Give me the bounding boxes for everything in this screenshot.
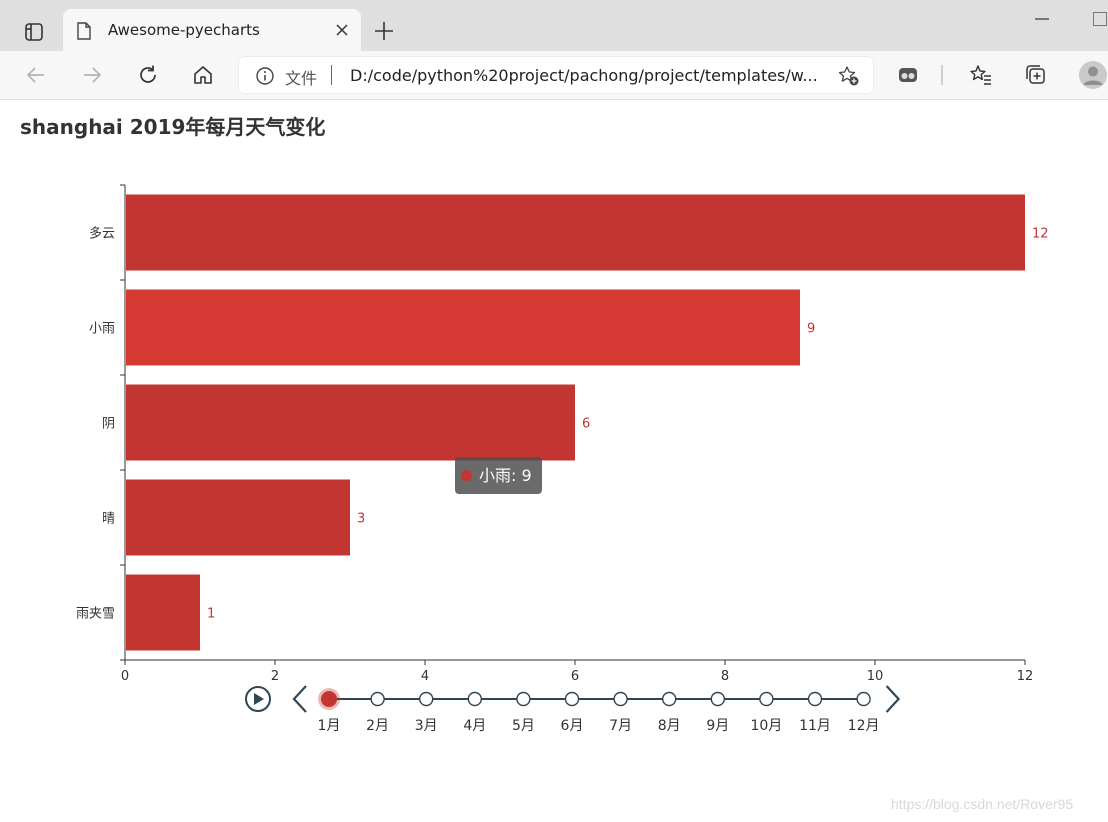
timeline-label[interactable]: 5月 xyxy=(512,718,535,734)
bar xyxy=(126,384,575,461)
timeline-label[interactable]: 10月 xyxy=(750,718,782,734)
browser-tab[interactable]: Awesome-pyecharts xyxy=(63,9,361,52)
y-category-label: 雨夹雪 xyxy=(76,607,115,622)
timeline-dot[interactable] xyxy=(710,691,725,707)
address-url[interactable]: D:/code/python%20project/pachong/project… xyxy=(350,66,818,85)
timeline-label[interactable]: 6月 xyxy=(561,718,584,734)
address-separator xyxy=(331,65,332,85)
document-icon xyxy=(77,22,91,44)
address-scheme: 文件 xyxy=(285,69,318,88)
bar xyxy=(126,194,1025,271)
y-category-label: 晴 xyxy=(102,512,115,527)
timeline-next-icon[interactable] xyxy=(885,685,901,713)
toolbar-divider xyxy=(941,65,943,85)
bar-value-label: 3 xyxy=(357,512,365,527)
browser-toolbar: 文件 D:/code/python%20project/pachong/proj… xyxy=(0,51,1108,100)
bar-value-label: 6 xyxy=(582,417,590,432)
x-tick-label: 8 xyxy=(721,669,729,684)
timeline-prev-icon[interactable] xyxy=(292,685,307,713)
x-tick-label: 0 xyxy=(121,669,129,684)
profile-avatar-icon[interactable] xyxy=(1078,60,1108,90)
x-tick-label: 6 xyxy=(571,669,579,684)
tab-actions-icon[interactable] xyxy=(14,14,54,50)
tooltip-text: 小雨: 9 xyxy=(479,466,532,485)
x-tick-label: 4 xyxy=(421,669,429,684)
timeline-dot[interactable] xyxy=(419,691,434,707)
timeline-dot[interactable] xyxy=(564,691,580,707)
timeline-label[interactable]: 3月 xyxy=(415,718,438,734)
timeline-label[interactable]: 2月 xyxy=(366,718,389,734)
watermark: https://blog.csdn.net/Rover95 xyxy=(891,796,1074,812)
close-tab-icon[interactable] xyxy=(333,21,351,39)
play-triangle-icon[interactable] xyxy=(254,693,264,705)
y-category-label: 多云 xyxy=(89,226,115,242)
timeline-label[interactable]: 1月 xyxy=(318,718,341,734)
bar-value-label: 1 xyxy=(207,607,215,622)
extension-icon[interactable] xyxy=(896,63,920,87)
x-tick-label: 12 xyxy=(1017,669,1034,684)
address-bar[interactable]: 文件 D:/code/python%20project/pachong/proj… xyxy=(238,56,874,94)
bar-value-label: 12 xyxy=(1032,227,1049,242)
timeline-dot[interactable] xyxy=(856,691,871,707)
timeline-dot-active[interactable] xyxy=(321,691,337,707)
timeline-label[interactable]: 4月 xyxy=(463,718,486,734)
timeline-dot[interactable] xyxy=(467,691,482,707)
tab-title: Awesome-pyecharts xyxy=(108,21,260,39)
bar xyxy=(126,289,800,366)
back-icon[interactable] xyxy=(24,63,48,87)
timeline-label[interactable]: 9月 xyxy=(706,718,729,734)
collections-icon[interactable] xyxy=(1024,63,1048,87)
chart-tooltip: 小雨: 9 xyxy=(455,457,542,494)
bar-value-label: 9 xyxy=(807,322,815,337)
bar xyxy=(126,574,200,651)
timeline-label[interactable]: 8月 xyxy=(658,718,681,734)
timeline-dot[interactable] xyxy=(516,691,531,707)
bar xyxy=(126,479,350,556)
info-icon[interactable] xyxy=(255,66,275,90)
timeline-dot[interactable] xyxy=(662,691,677,707)
favorites-icon[interactable] xyxy=(969,63,993,87)
timeline-label[interactable]: 11月 xyxy=(799,718,831,734)
x-tick-label: 10 xyxy=(867,669,884,684)
timeline-dot[interactable] xyxy=(807,691,823,707)
maximize-icon[interactable] xyxy=(1093,12,1107,26)
add-favorite-icon[interactable] xyxy=(838,65,860,91)
timeline-dot[interactable] xyxy=(759,691,774,707)
tooltip-series-dot xyxy=(461,470,472,481)
browser-tab-bar: Awesome-pyecharts xyxy=(0,0,1108,52)
y-category-label: 阴 xyxy=(102,417,115,432)
x-tick-label: 2 xyxy=(271,669,279,684)
forward-icon[interactable] xyxy=(80,63,104,87)
y-category-label: 小雨 xyxy=(89,322,115,337)
timeline-dot[interactable] xyxy=(613,691,628,707)
minimize-icon[interactable] xyxy=(1035,18,1049,20)
new-tab-icon[interactable] xyxy=(372,19,396,43)
refresh-icon[interactable] xyxy=(136,63,160,87)
bar-chart: 0 2 4 6 8 10 12 1 雨夹雪 3 晴 6 阴 9 小雨 12 多云 1月 2月 3月 4月 5月 6月 7月 8月… xyxy=(76,184,1049,734)
timeline-dot[interactable] xyxy=(370,691,385,707)
timeline-label[interactable]: 12月 xyxy=(848,718,880,734)
timeline-label[interactable]: 7月 xyxy=(609,718,632,734)
home-icon[interactable] xyxy=(191,63,215,87)
